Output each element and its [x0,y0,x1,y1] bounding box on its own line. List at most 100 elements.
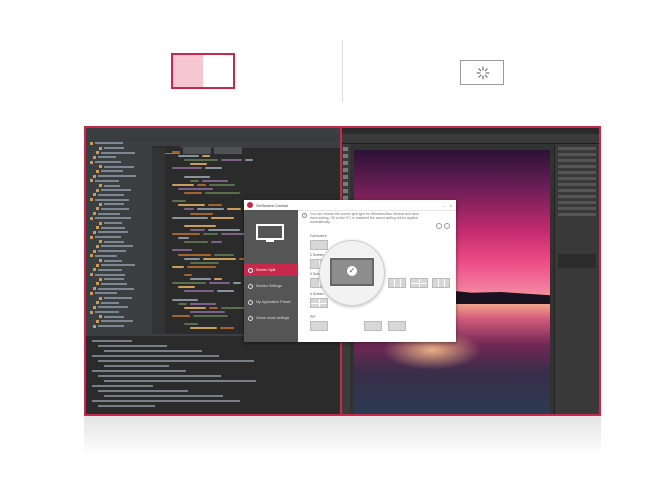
code-line [190,310,225,313]
code-line [172,216,208,219]
photo-panels [554,144,599,414]
code-line [172,151,180,153]
code-line [184,208,194,211]
code-line [221,159,242,162]
split-screen-icon [173,55,203,87]
code-line [178,302,187,305]
nav-game-mode[interactable]: Game mode settings [244,312,298,324]
code-line [187,265,216,268]
tool-icon[interactable] [343,189,348,193]
terminal-line [104,395,223,397]
tool-icon[interactable] [343,182,348,186]
tool-icon[interactable] [343,154,348,158]
checkmark-icon: ✓ [347,266,357,276]
code-line [184,241,208,244]
nav-app-preset[interactable]: My Application Preset [244,296,298,308]
code-line [205,167,222,170]
photo-options-bar [342,134,599,144]
monitor-reflection [84,416,601,456]
project-tree[interactable] [86,141,152,334]
code-line [178,187,213,190]
code-line [178,204,205,207]
code-line [184,159,218,162]
code-line [209,306,218,309]
code-line [233,282,241,285]
lg-logo-icon [247,202,253,208]
monitor-stand [266,240,274,242]
option-radio[interactable] [444,223,450,229]
screen-settings-mode-button[interactable] [460,60,504,85]
layers-panel[interactable] [558,254,596,268]
mode-divider [342,40,343,102]
code-line [245,159,253,162]
code-line [184,274,192,276]
code-line [190,261,219,264]
panel-row [558,171,596,174]
section-full-screen: Full screen [310,234,327,238]
monitor-icon [256,224,284,240]
tool-icon[interactable] [343,161,348,165]
selected-layout-tile: ✓ [330,258,374,286]
tool-icon[interactable] [343,168,348,172]
tool-icon[interactable] [343,175,348,179]
panel-row [558,189,596,192]
option-radio[interactable] [436,223,442,229]
code-line [190,179,199,182]
tool-icon[interactable] [343,147,348,151]
code-line [178,253,211,256]
split-screen-mode-button[interactable] [171,53,235,89]
screen-settings-icon [476,66,490,80]
code-line [193,315,228,317]
code-line [172,233,200,235]
code-line [203,233,218,235]
panel-row [558,177,596,180]
terminal-line [98,360,254,362]
code-line [208,228,240,231]
terminal-line [104,380,256,382]
terminal-line [92,355,219,357]
layout-full[interactable] [310,240,328,250]
layout-pip-a[interactable] [310,321,328,331]
code-line [172,315,190,317]
code-line [172,265,184,268]
code-line [172,282,206,285]
terminal-line [104,365,169,367]
panel-row [558,183,596,186]
code-line [178,237,189,240]
code-line [203,257,236,260]
minimize-button[interactable]: – [442,203,444,208]
code-line [227,208,241,211]
code-line [190,302,216,305]
code-line [211,241,222,244]
code-line [178,155,199,158]
section-4-screen: 4 Screen [310,292,324,296]
code-line [214,253,234,256]
tree-item[interactable] [93,324,152,329]
code-line [209,282,230,285]
section-pip: PIP [310,315,316,319]
panel-row [558,147,596,150]
code-line [217,290,234,293]
code-line [211,216,234,219]
nav-monitor-settings[interactable]: Monitor Settings [244,280,298,292]
info-icon: i [302,213,307,218]
layout-3-screen-c[interactable] [410,278,428,288]
terminal-line [92,370,186,372]
layout-3-screen-d[interactable] [432,278,450,288]
layout-pip-b[interactable] [364,321,382,331]
code-line [172,167,202,170]
code-line [184,306,206,309]
close-button[interactable]: × [450,203,452,208]
terminal-line [98,375,221,377]
dialog-sidebar: Screen Split Monitor Settings My Applica… [244,210,298,342]
layout-pip-c[interactable] [388,321,406,331]
terminal-line [92,400,240,402]
terminal-line [92,385,153,387]
panel-row [558,159,596,162]
nav-screen-split[interactable]: Screen Split [244,264,298,276]
layout-3-screen-b[interactable] [388,278,406,288]
code-line [220,327,234,330]
layout-4-screen[interactable] [310,298,328,308]
terminal-line [98,405,155,407]
terminal-line [104,350,202,352]
